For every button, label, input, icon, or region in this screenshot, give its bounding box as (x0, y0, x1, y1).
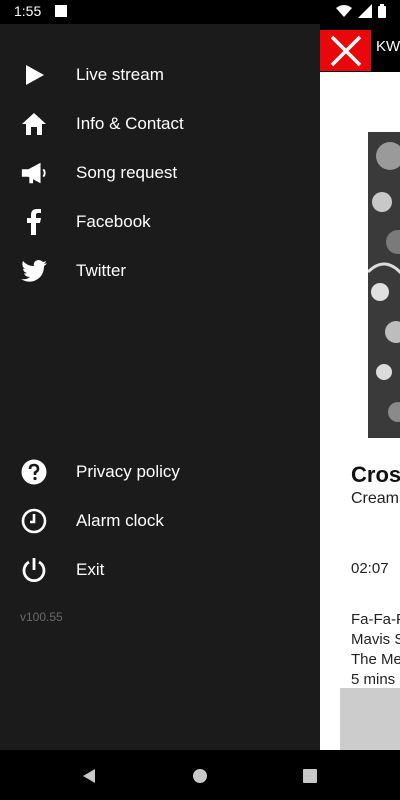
menu-item-song-request[interactable]: Song request (0, 148, 320, 197)
battery-icon (378, 4, 386, 18)
menu-item-twitter[interactable]: Twitter (0, 246, 320, 295)
menu-item-label: Twitter (76, 260, 127, 280)
notification-icon (55, 5, 67, 17)
history-item: The Me (351, 651, 400, 668)
power-icon (20, 556, 48, 584)
menu-item-label: Privacy policy (76, 461, 180, 481)
menu-item-info-contact[interactable]: Info & Contact (0, 99, 320, 148)
recents-icon (303, 769, 317, 783)
status-time: 1:55 (14, 3, 42, 19)
play-icon (20, 61, 48, 89)
history-item: Mavis S (351, 631, 400, 648)
song-artist: Cream (351, 490, 400, 507)
elapsed-time: 02:07 (351, 560, 389, 577)
album-cover (368, 132, 400, 438)
back-icon (83, 769, 95, 783)
menu-item-label: Live stream (76, 64, 164, 84)
history-item: Fa-Fa-F (351, 611, 400, 628)
close-button[interactable] (320, 30, 371, 71)
wifi-icon (336, 5, 352, 17)
menu-item-alarm-clock[interactable]: Alarm clock (0, 496, 320, 545)
system-nav-bar (0, 750, 400, 800)
menu-item-label: Alarm clock (76, 510, 164, 530)
album-art-image (368, 132, 400, 438)
menu-item-label: Song request (76, 162, 178, 182)
app-version: v100.55 (20, 610, 63, 624)
history-list: Fa-Fa-F Mavis S The Me 5 mins (351, 610, 400, 690)
back-button[interactable] (78, 765, 100, 787)
home-button[interactable] (189, 765, 211, 787)
home-icon (20, 110, 48, 138)
menu-item-facebook[interactable]: Facebook (0, 197, 320, 246)
menu-item-exit[interactable]: Exit (0, 545, 320, 594)
navigation-drawer: Live stream Info & Contact Song request … (0, 24, 320, 750)
menu-item-label: Info & Contact (76, 113, 184, 133)
song-title: Cros (351, 462, 400, 487)
question-icon (20, 458, 48, 486)
status-bar: 1:55 (0, 0, 400, 24)
home-circle-icon (193, 769, 207, 783)
close-icon (330, 35, 361, 66)
facebook-icon (20, 208, 48, 236)
signal-icon (358, 4, 372, 18)
menu-item-live-stream[interactable]: Live stream (0, 50, 320, 99)
footer-panel (340, 688, 400, 750)
menu-item-label: Facebook (76, 211, 151, 231)
station-name: KW (376, 38, 400, 55)
menu-item-label: Exit (76, 559, 105, 579)
app-toolbar: KW (320, 24, 400, 72)
recents-button[interactable] (299, 765, 321, 787)
twitter-icon (20, 257, 48, 285)
history-item: 5 mins (351, 671, 396, 688)
clock-icon (20, 507, 48, 535)
player-screen: KW Cros Cream 02:07 Fa-Fa-F Mavis S The … (320, 24, 400, 750)
megaphone-icon (20, 159, 48, 187)
menu-item-privacy-policy[interactable]: Privacy policy (0, 447, 320, 496)
